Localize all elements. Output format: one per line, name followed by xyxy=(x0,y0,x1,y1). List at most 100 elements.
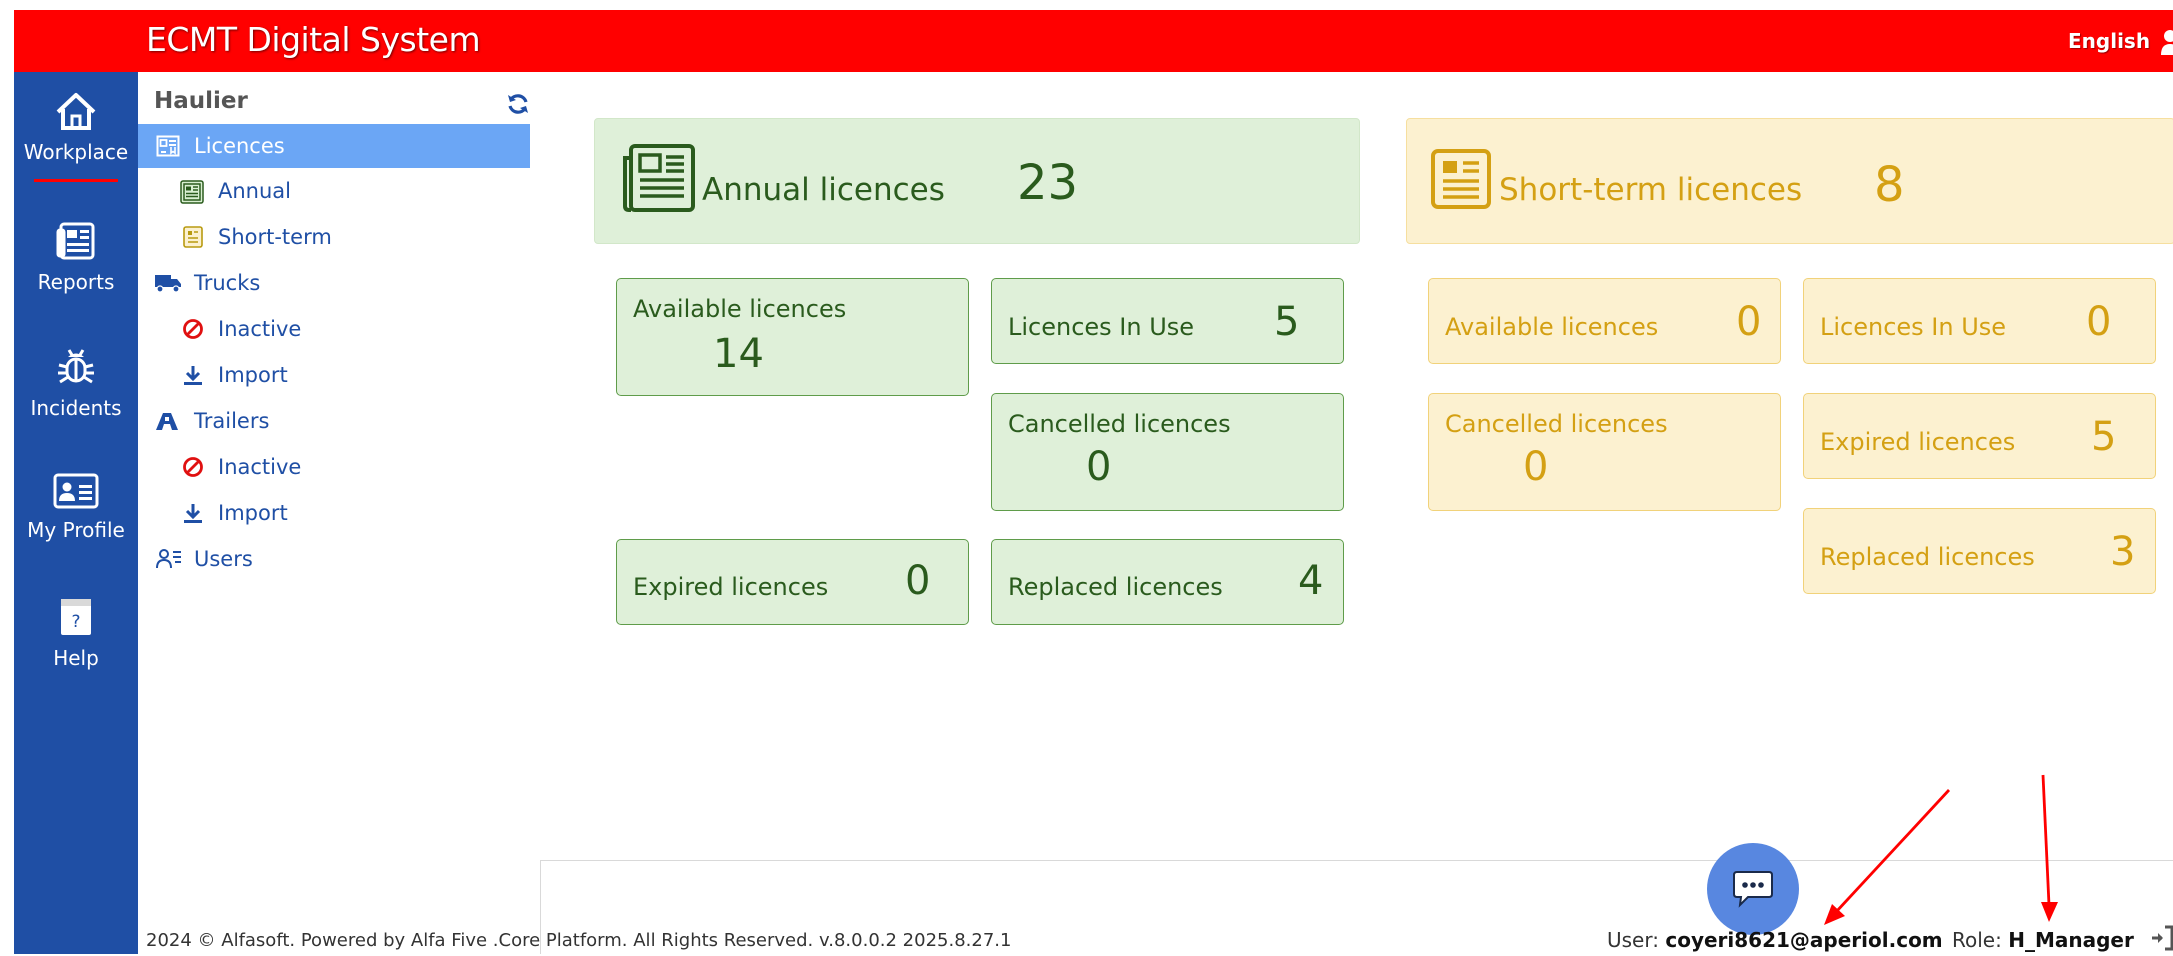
menu-label: Import xyxy=(218,501,288,525)
menu-item-users[interactable]: Users xyxy=(138,537,530,581)
left-nav: Workplace Reports Incidents My Profile ?… xyxy=(14,72,138,954)
menu-item-annual[interactable]: Annual xyxy=(138,169,530,213)
menu-item-short-term[interactable]: Short-term xyxy=(138,215,530,259)
annual-licences-count: 23 xyxy=(1017,155,1079,211)
annual-cancelled-card[interactable]: Cancelled licences 0 xyxy=(991,393,1344,511)
short-term-licences-card[interactable]: Short-term licences 8 xyxy=(1406,118,2173,244)
menu-label: Trailers xyxy=(194,409,270,433)
document-icon xyxy=(1431,149,1491,209)
language-selector[interactable]: English xyxy=(2068,10,2150,72)
footer-user-info: User: coyeri8621@aperiol.com xyxy=(1607,928,1943,952)
ban-icon xyxy=(183,319,203,339)
user-menu-icon[interactable] xyxy=(2160,27,2173,57)
newspaper-icon xyxy=(623,144,695,212)
dashboard: Annual licences 23 Short-term licences 8… xyxy=(540,72,2173,861)
download-icon xyxy=(184,366,202,385)
menu-label: Users xyxy=(194,547,253,571)
stat-value: 14 xyxy=(713,331,764,377)
stat-label: Licences In Use xyxy=(1008,313,1195,341)
menu-item-trucks-inactive[interactable]: Inactive xyxy=(138,307,530,351)
nav-item-reports[interactable]: Reports xyxy=(14,220,138,294)
short-term-licences-count: 8 xyxy=(1874,157,1905,213)
annual-licences-label: Annual licences xyxy=(702,172,945,208)
top-bar: ECMT Digital System English xyxy=(14,10,2173,72)
menu-label: Annual xyxy=(218,179,291,203)
short-term-expired-card[interactable]: Expired licences 5 xyxy=(1803,393,2156,479)
menu-label: Import xyxy=(218,363,288,387)
nav-label-incidents: Incidents xyxy=(30,396,122,420)
stat-value: 5 xyxy=(1274,299,1300,345)
stat-value: 4 xyxy=(1298,558,1324,604)
refresh-icon[interactable] xyxy=(506,92,530,120)
stat-value: 5 xyxy=(2091,414,2117,460)
logout-icon[interactable] xyxy=(2150,924,2173,956)
active-nav-indicator xyxy=(34,179,118,182)
app-title: ECMT Digital System xyxy=(146,20,481,59)
annual-licences-card[interactable]: Annual licences 23 xyxy=(594,118,1360,244)
menu-label: Short-term xyxy=(218,225,332,249)
panel-title: Haulier xyxy=(154,88,248,114)
stat-value: 0 xyxy=(905,558,931,604)
chat-button[interactable] xyxy=(1707,843,1799,935)
svg-text:?: ? xyxy=(71,612,80,632)
stat-label: Cancelled licences xyxy=(1008,410,1231,438)
ban-icon xyxy=(183,457,203,477)
footer-role-label: Role: xyxy=(1952,928,2002,952)
annual-available-card[interactable]: Available licences 14 xyxy=(616,278,969,396)
short-term-licences-label: Short-term licences xyxy=(1499,172,1803,208)
stat-label: Available licences xyxy=(633,295,847,323)
stat-label: Replaced licences xyxy=(1820,543,2035,571)
short-term-available-card[interactable]: Available licences 0 xyxy=(1428,278,1781,364)
nav-item-workplace[interactable]: Workplace xyxy=(14,90,138,164)
menu-item-trailers-inactive[interactable]: Inactive xyxy=(138,445,530,489)
nav-label-help: Help xyxy=(53,646,99,670)
footer-role-value: H_Manager xyxy=(2008,928,2134,952)
menu-item-trucks-import[interactable]: Import xyxy=(138,353,530,397)
home-icon xyxy=(56,93,96,130)
annual-icon xyxy=(180,180,204,204)
menu-item-licences[interactable]: Licences xyxy=(138,124,530,168)
short-term-replaced-card[interactable]: Replaced licences 3 xyxy=(1803,508,2156,594)
licence-icon xyxy=(156,135,180,157)
footer-role-info: Role: H_Manager xyxy=(1952,928,2134,952)
nav-item-my-profile[interactable]: My Profile xyxy=(14,472,138,542)
short-term-in-use-card[interactable]: Licences In Use 0 xyxy=(1803,278,2156,364)
menu-item-trucks[interactable]: Trucks xyxy=(138,261,530,305)
menu-label: Licences xyxy=(194,134,285,158)
stat-label: Cancelled licences xyxy=(1445,410,1668,438)
stat-label: Replaced licences xyxy=(1008,573,1223,601)
stat-value: 0 xyxy=(1736,299,1762,345)
stat-label: Expired licences xyxy=(633,573,829,601)
menu-item-trailers[interactable]: Trailers xyxy=(138,399,530,443)
menu-item-trailers-import[interactable]: Import xyxy=(138,491,530,535)
stat-value: 0 xyxy=(1086,444,1112,490)
footer-copyright: 2024 © Alfasoft. Powered by Alfa Five .C… xyxy=(146,930,1012,951)
annual-in-use-card[interactable]: Licences In Use 5 xyxy=(991,278,1344,364)
stat-label: Licences In Use xyxy=(1820,313,2007,341)
trailer-icon xyxy=(156,413,178,430)
annual-replaced-card[interactable]: Replaced licences 4 xyxy=(991,539,1344,625)
truck-icon xyxy=(155,275,181,293)
nav-item-help[interactable]: ? Help xyxy=(14,596,138,670)
download-icon xyxy=(184,504,202,523)
stat-label: Expired licences xyxy=(1820,428,2016,456)
stat-value: 3 xyxy=(2110,529,2136,575)
nav-item-incidents[interactable]: Incidents xyxy=(14,344,138,420)
users-icon xyxy=(156,549,181,569)
haulier-panel: Haulier Licences Annual Short-term Truck… xyxy=(138,72,541,954)
bug-icon xyxy=(58,349,94,384)
nav-label-workplace: Workplace xyxy=(23,140,129,164)
stat-label: Available licences xyxy=(1445,313,1659,341)
menu-label: Inactive xyxy=(218,455,302,479)
stat-value: 0 xyxy=(2086,299,2112,345)
chat-icon xyxy=(1733,871,1773,908)
menu-label: Trucks xyxy=(194,271,261,295)
help-icon: ? xyxy=(61,599,91,635)
stat-value: 0 xyxy=(1523,444,1549,490)
id-card-icon xyxy=(53,473,99,509)
short-term-icon xyxy=(183,226,203,248)
menu-label: Inactive xyxy=(218,317,302,341)
short-term-cancelled-card[interactable]: Cancelled licences 0 xyxy=(1428,393,1781,511)
annual-expired-card[interactable]: Expired licences 0 xyxy=(616,539,969,625)
nav-label-my-profile: My Profile xyxy=(27,518,125,542)
